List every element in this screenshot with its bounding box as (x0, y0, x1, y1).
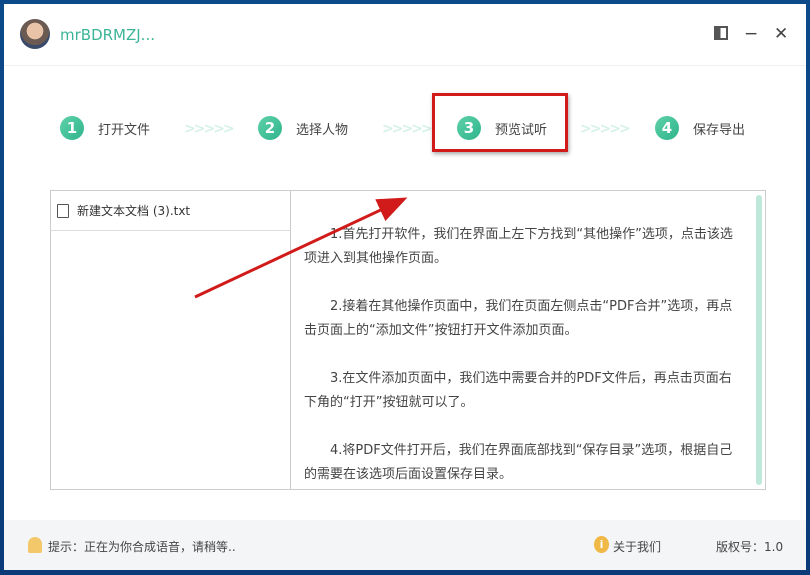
annotation-arrow (194, 197, 408, 299)
